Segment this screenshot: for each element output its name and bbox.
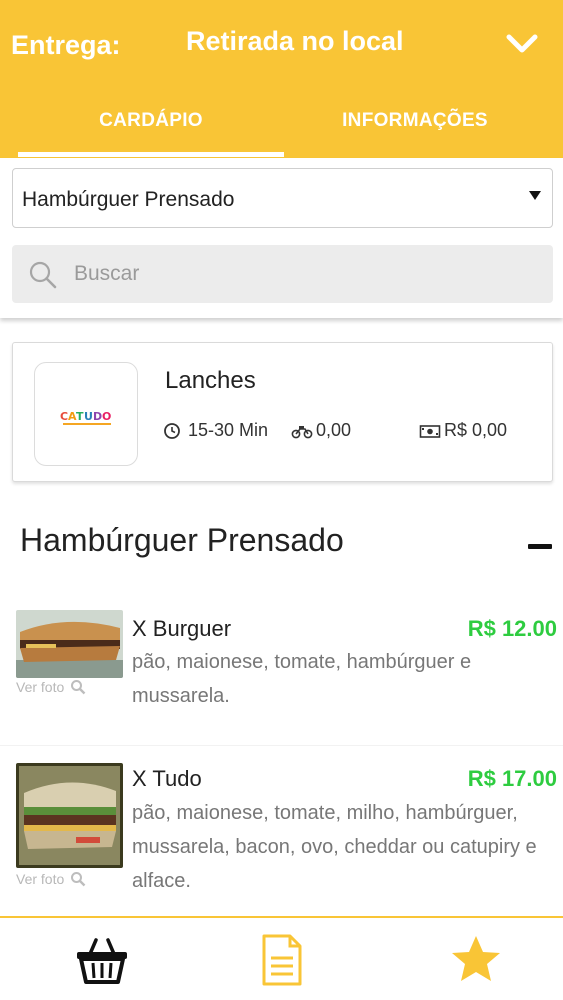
product-description: pão, maionese, tomate, hambúrguer e muss…	[132, 651, 472, 707]
zoom-icon	[70, 871, 86, 887]
delivery-fee-value: 0,00	[316, 420, 352, 440]
view-photo-link[interactable]: Ver foto	[16, 871, 86, 887]
tab-informacoes[interactable]: INFORMAÇÕES	[284, 98, 546, 158]
minus-icon[interactable]	[527, 534, 553, 560]
dropdown-arrow-icon	[529, 191, 541, 200]
svg-text:U: U	[84, 410, 93, 423]
basket-icon[interactable]	[72, 930, 132, 990]
svg-text:T: T	[76, 410, 84, 423]
document-icon[interactable]	[252, 930, 312, 990]
delivery-mode-value[interactable]: Retirada no local	[186, 26, 404, 57]
search-box	[12, 245, 553, 303]
minimum-order: R$ 0,00	[419, 420, 507, 441]
view-photo-label: Ver foto	[16, 679, 65, 695]
star-icon[interactable]	[446, 930, 506, 990]
delivery-time: 15-30 Min	[163, 420, 268, 441]
category-select-value: Hambúrguer Prensado	[22, 188, 235, 211]
product-price: R$ 17.00	[467, 766, 557, 791]
product-item[interactable]: Ver foto X Tudo R$ 17.00 pão, maionese, …	[0, 746, 563, 916]
category-section-header[interactable]: Hambúrguer Prensado	[0, 510, 563, 570]
product-name: X Tudo	[132, 766, 202, 791]
svg-text:D: D	[93, 410, 102, 423]
product-photo[interactable]	[16, 610, 123, 678]
zoom-icon	[70, 679, 86, 695]
product-name: X Burguer	[132, 616, 232, 641]
app-header: Entrega: Retirada no local CARDÁPIO INFO…	[0, 0, 563, 158]
motorcycle-icon	[291, 422, 313, 440]
clock-icon	[163, 422, 184, 440]
delivery-label: Entrega:	[11, 30, 121, 60]
money-icon	[419, 422, 441, 440]
search-icon	[28, 260, 58, 290]
view-photo-label: Ver foto	[16, 871, 65, 887]
svg-text:C: C	[60, 410, 68, 423]
product-price: R$ 12.00	[467, 616, 557, 641]
category-section-title: Hambúrguer Prensado	[20, 522, 344, 558]
delivery-fee: 0,00	[291, 420, 351, 441]
bottom-navigation	[0, 916, 563, 1000]
store-logo: C A T U D O	[34, 362, 138, 466]
product-photo[interactable]	[16, 763, 123, 868]
minimum-order-value: R$ 0,00	[444, 420, 508, 440]
tab-bar: CARDÁPIO INFORMAÇÕES	[0, 98, 563, 158]
active-tab-indicator	[18, 152, 284, 157]
delivery-time-value: 15-30 Min	[188, 420, 269, 440]
store-name: Lanches	[165, 367, 256, 394]
product-item[interactable]: Ver foto X Burguer R$ 12.00 pão, maiones…	[0, 597, 563, 745]
chevron-down-icon[interactable]	[502, 26, 542, 62]
filters-panel: Hambúrguer Prensado	[0, 158, 563, 318]
svg-text:O: O	[102, 410, 111, 423]
delivery-mode-selector[interactable]: Entrega: Retirada no local	[0, 0, 563, 88]
tab-cardapio[interactable]: CARDÁPIO	[18, 98, 284, 158]
category-select[interactable]: Hambúrguer Prensado	[12, 168, 553, 228]
view-photo-link[interactable]: Ver foto	[16, 679, 86, 695]
search-input[interactable]	[74, 255, 534, 293]
product-description: pão, maionese, tomate, milho, hambúrguer…	[132, 802, 537, 892]
store-card: C A T U D O Lanches 15-30 Min 0,00 R$ 0,…	[12, 342, 553, 482]
